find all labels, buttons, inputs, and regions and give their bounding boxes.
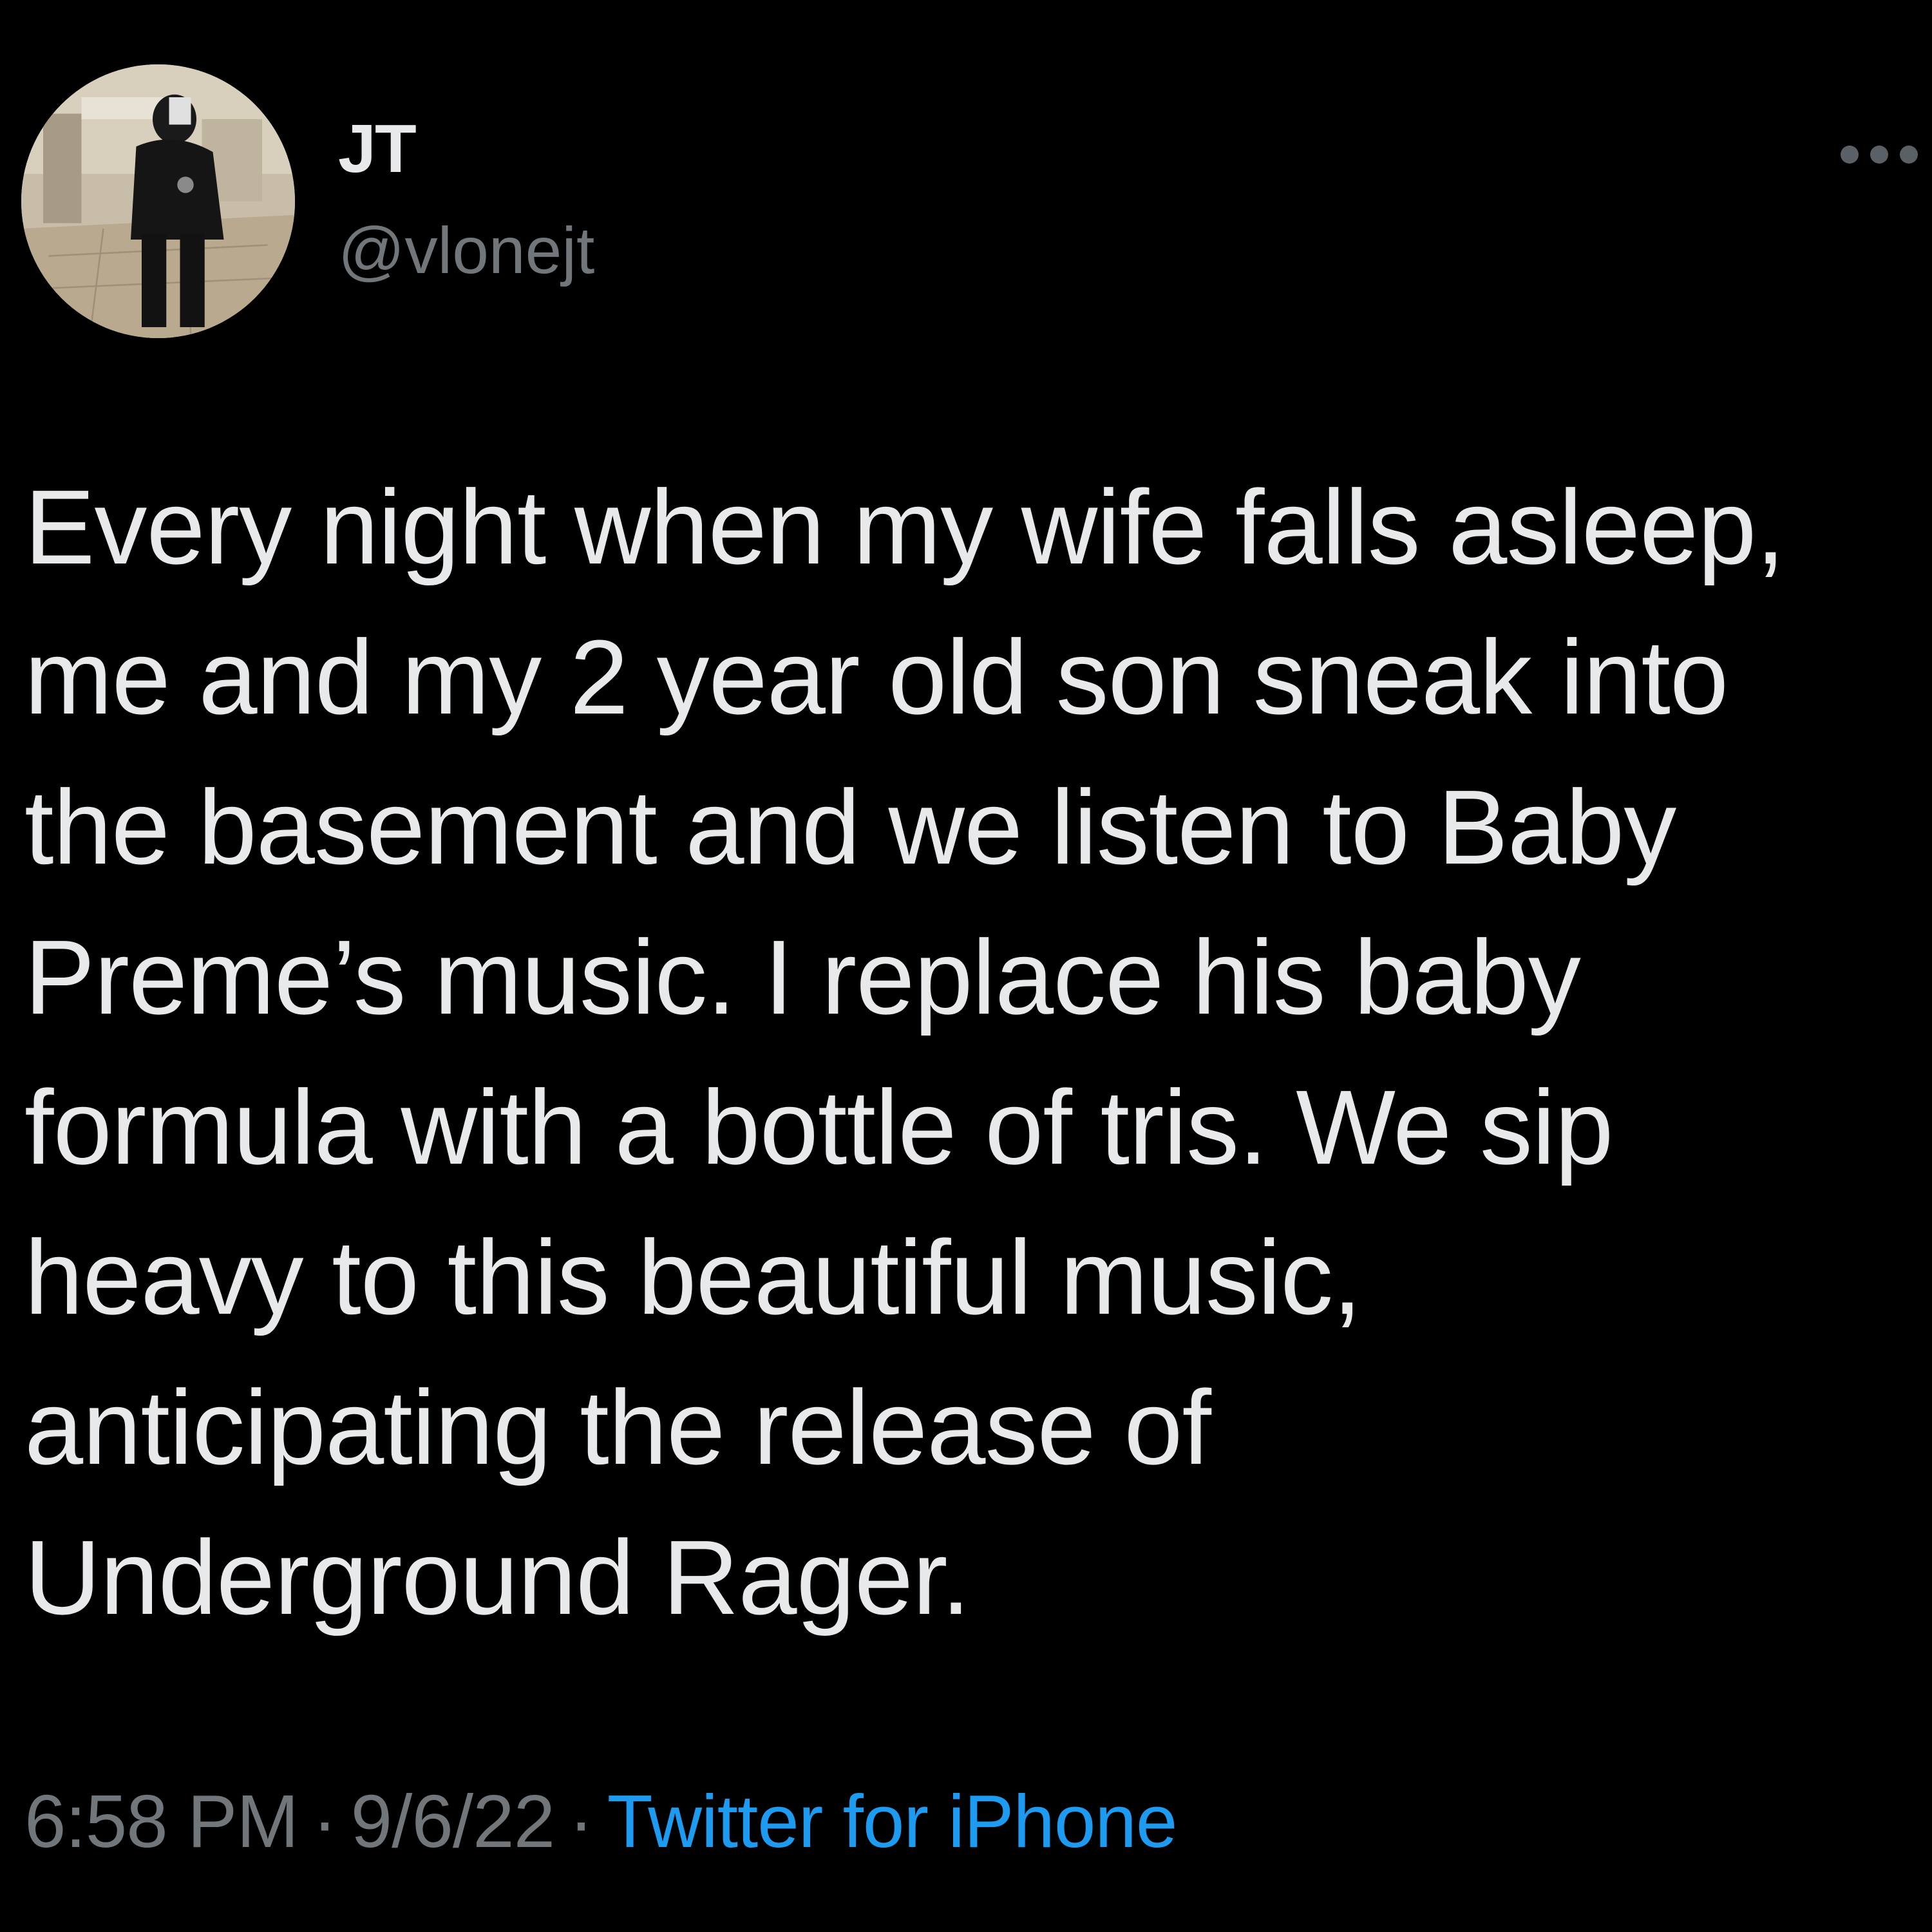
tweet-source-link[interactable]: Twitter for iPhone bbox=[607, 1779, 1178, 1863]
tweet-text-line: me and my 2 year old son sneak into bbox=[24, 618, 1728, 736]
tweet-text-line: Underground Rager. bbox=[24, 1519, 971, 1636]
author-display-name[interactable]: JT bbox=[338, 115, 417, 183]
tweet-time[interactable]: 6:58 PM bbox=[24, 1779, 299, 1863]
tweet-text-line: the basement and we listen to Baby bbox=[24, 768, 1676, 886]
author-handle[interactable]: @vlonejt bbox=[338, 218, 594, 283]
tweet-text-line: Every night when my wife falls asleep, bbox=[24, 468, 1785, 586]
tweet: JT @vlonejt Every night when my wife fal… bbox=[0, 0, 1932, 1932]
tweet-text-line: formula with a bottle of tris. We sip bbox=[24, 1068, 1613, 1186]
tweet-text-line: anticipating the release of bbox=[24, 1368, 1211, 1486]
tweet-text: Every night when my wife falls asleep, m… bbox=[24, 452, 1924, 1653]
more-horizontal-icon bbox=[1870, 146, 1888, 164]
meta-separator: · bbox=[569, 1779, 594, 1863]
tweet-date[interactable]: 9/6/22 bbox=[351, 1779, 556, 1863]
more-options-button[interactable] bbox=[1841, 140, 1918, 169]
tweet-text-line: heavy to this beautiful music, bbox=[24, 1218, 1362, 1336]
meta-separator: · bbox=[312, 1779, 337, 1863]
more-horizontal-icon bbox=[1841, 146, 1859, 164]
tweet-text-line: Preme’s music. I replace his baby bbox=[24, 918, 1581, 1036]
avatar-photo bbox=[21, 64, 295, 338]
avatar[interactable] bbox=[21, 64, 295, 338]
more-horizontal-icon bbox=[1900, 146, 1918, 164]
tweet-metadata: 6:58 PM · 9/6/22 · Twitter for iPhone bbox=[24, 1784, 1177, 1859]
